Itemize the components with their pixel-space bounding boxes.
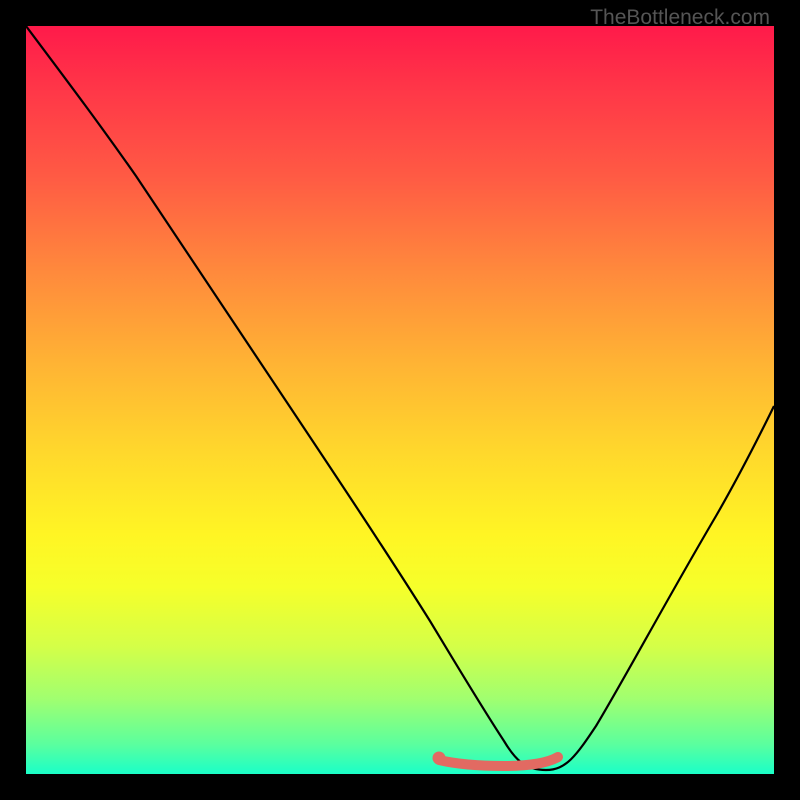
chart-svg (26, 26, 774, 774)
watermark-text: TheBottleneck.com (590, 6, 770, 30)
flat-highlight-segment (439, 757, 558, 766)
flat-segment-start-dot (433, 752, 446, 765)
bottleneck-curve (26, 26, 774, 770)
chart-plot-area (26, 26, 774, 774)
